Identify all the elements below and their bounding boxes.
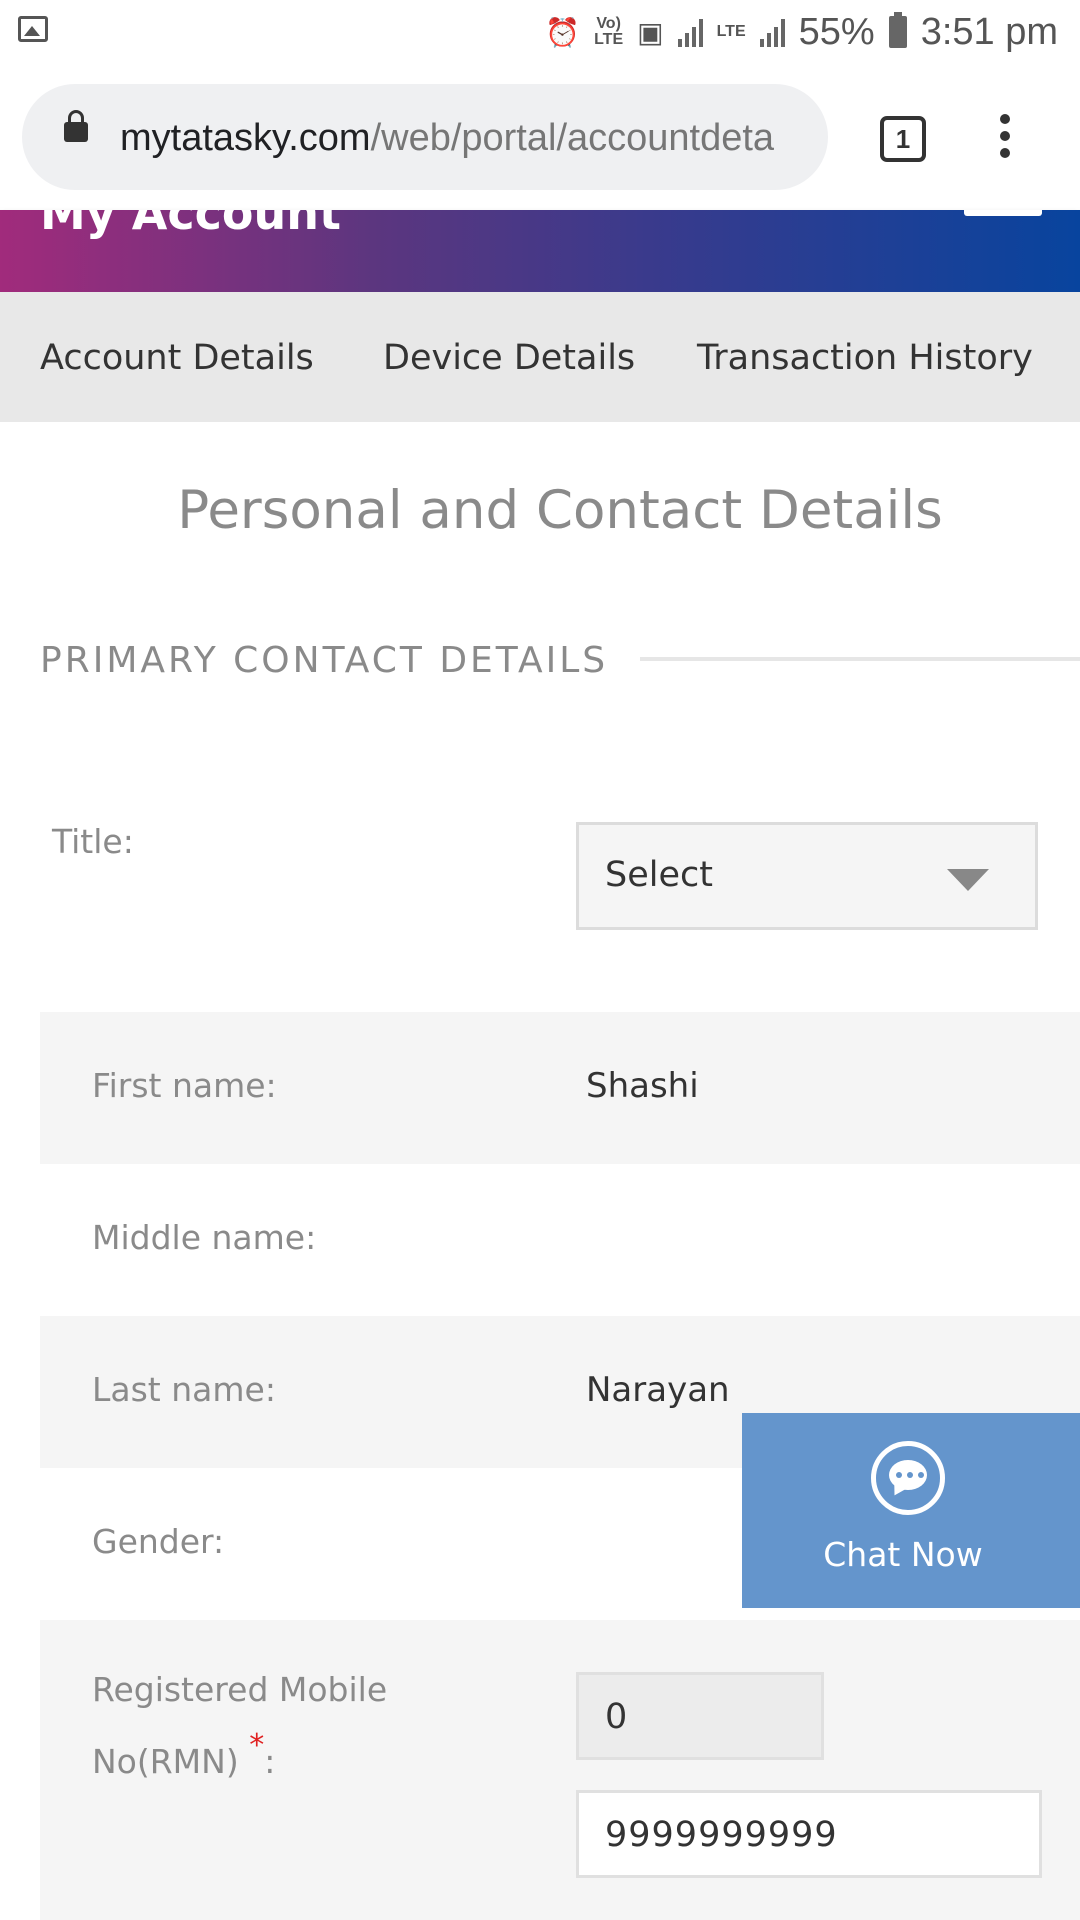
section-heading: PRIMARY CONTACT DETAILS bbox=[40, 640, 609, 681]
rmn-label-line2: No(RMN) *: bbox=[92, 1728, 276, 1781]
url-text[interactable]: mytatasky.com/web/portal/accountdeta bbox=[120, 110, 825, 166]
url-path: /web/portal/accountdeta bbox=[370, 117, 775, 159]
image-notification-icon bbox=[18, 16, 48, 42]
tab-switcher-button[interactable]: 1 bbox=[880, 116, 926, 162]
signal-icon bbox=[677, 17, 703, 47]
section-divider bbox=[640, 657, 1080, 661]
rmn-label-text: No(RMN) bbox=[92, 1742, 239, 1781]
page-title: Personal and Contact Details bbox=[177, 480, 943, 541]
chat-now-label: Chat Now bbox=[823, 1535, 983, 1574]
rmn-country-code-field[interactable]: 0 bbox=[576, 1672, 824, 1760]
title-select-value: Select bbox=[605, 855, 713, 895]
first-name-label: First name: bbox=[92, 1066, 277, 1105]
rmn-code-value: 0 bbox=[605, 1697, 628, 1737]
middle-name-label: Middle name: bbox=[92, 1218, 317, 1257]
status-bar: ⏰ Vo) LTE ▣ LTE 55% 3:51 pm bbox=[0, 0, 1080, 64]
tab-transaction-history[interactable]: Transaction History bbox=[697, 338, 1033, 378]
rmn-label-line1: Registered Mobile bbox=[92, 1670, 388, 1709]
first-name-row: First name: Shashi bbox=[40, 1012, 1080, 1164]
first-name-value: Shashi bbox=[586, 1066, 699, 1106]
clock: 3:51 pm bbox=[920, 10, 1058, 53]
last-name-value: Narayan bbox=[586, 1370, 730, 1410]
sim-icon: ▣ bbox=[637, 16, 664, 48]
title-select[interactable]: Select bbox=[576, 822, 1038, 930]
last-name-label: Last name: bbox=[92, 1370, 276, 1409]
header-title: My Account bbox=[40, 210, 341, 240]
address-bar[interactable]: mytatasky.com/web/portal/accountdeta bbox=[22, 84, 828, 190]
chevron-down-icon bbox=[947, 869, 989, 891]
chat-now-button[interactable]: Chat Now bbox=[742, 1413, 1080, 1608]
browser-toolbar: mytatasky.com/web/portal/accountdeta 1 bbox=[0, 64, 1080, 210]
more-menu-icon[interactable] bbox=[995, 114, 1015, 162]
rmn-number-field[interactable]: 9999999999 bbox=[576, 1790, 1042, 1878]
title-label: Title: bbox=[52, 822, 134, 861]
tab-device-details[interactable]: Device Details bbox=[383, 338, 635, 378]
status-icons: ⏰ Vo) LTE ▣ LTE 55% 3:51 pm bbox=[545, 10, 1058, 54]
required-mark: * bbox=[249, 1728, 265, 1763]
volte-icon: Vo) LTE bbox=[594, 15, 624, 48]
url-host: mytatasky.com bbox=[120, 117, 371, 159]
middle-name-row: Middle name: bbox=[40, 1164, 1080, 1316]
signal-2-icon bbox=[759, 17, 785, 47]
rmn-number-value: 9999999999 bbox=[605, 1815, 838, 1855]
battery-percent: 55% bbox=[798, 10, 875, 53]
lock-icon[interactable] bbox=[64, 110, 88, 142]
header-menu-button[interactable] bbox=[964, 210, 1042, 216]
battery-icon bbox=[888, 12, 907, 48]
lte-icon: LTE bbox=[716, 23, 746, 40]
chat-bubble-icon bbox=[871, 1441, 945, 1515]
alarm-icon: ⏰ bbox=[545, 16, 581, 48]
rmn-label-colon: : bbox=[264, 1742, 276, 1781]
page-header: My Account bbox=[0, 210, 1080, 292]
gender-label: Gender: bbox=[92, 1522, 225, 1561]
account-tabs: Account Details Device Details Transacti… bbox=[0, 292, 1080, 422]
tab-account-details[interactable]: Account Details bbox=[40, 338, 314, 378]
